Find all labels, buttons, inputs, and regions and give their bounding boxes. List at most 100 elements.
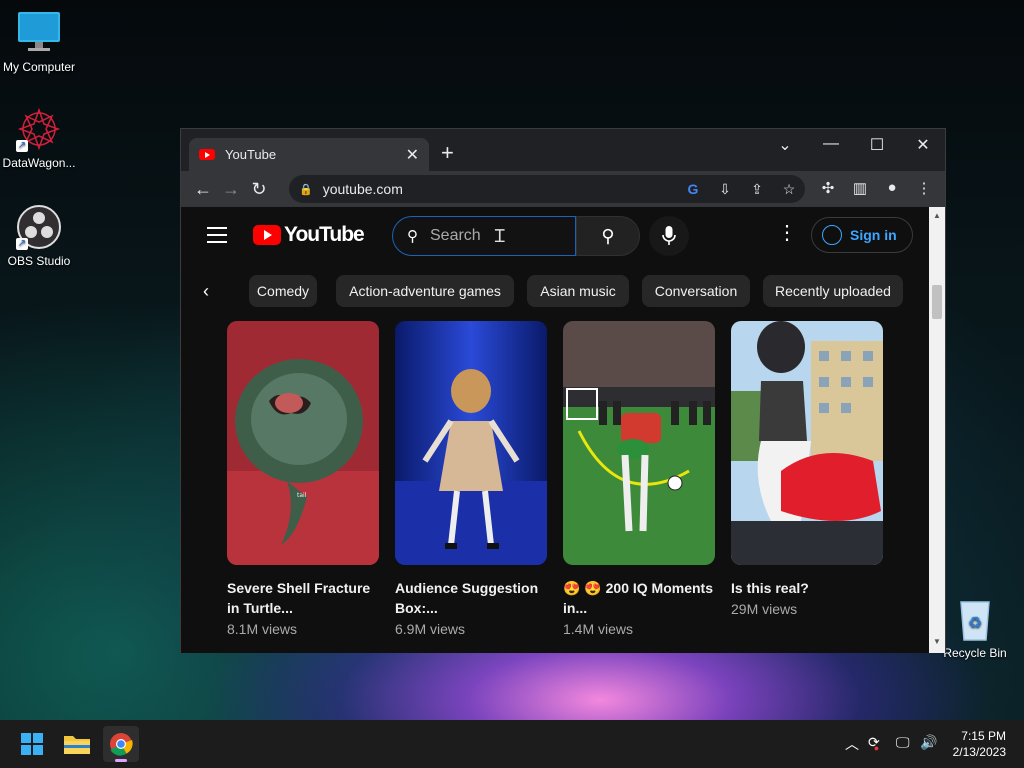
settings-kebab-icon[interactable]: ⋮ (777, 223, 797, 243)
search-icon: ⚲ (601, 226, 615, 246)
network-icon[interactable]: 🖵 (896, 734, 910, 751)
profile-icon[interactable]: ● (881, 179, 903, 197)
svg-text:♻: ♻ (968, 613, 982, 632)
chip-label: Comedy (256, 283, 310, 299)
chip-recently-uploaded[interactable]: Recently uploaded (763, 275, 903, 307)
video-title[interactable]: 😍 😍 200 IQ Moments in... (563, 578, 713, 618)
share-icon[interactable]: ⇪ (745, 179, 769, 199)
chip-action-adventure-games[interactable]: Action-adventure games (336, 275, 514, 307)
chip-label: Action-adventure games (349, 283, 501, 299)
desktop-icon-label: DataWagon... (2, 156, 76, 170)
address-bar[interactable]: 🔒 youtube.com G ⇩ ⇪ ☆ (289, 175, 805, 203)
sign-in-button[interactable]: Sign in (811, 217, 913, 253)
back-button[interactable]: ← (189, 179, 217, 200)
chip-asian-music[interactable]: Asian music (527, 275, 629, 307)
chip-label: Conversation (654, 283, 738, 299)
voice-search-button[interactable] (649, 216, 689, 256)
video-thumbnail[interactable] (731, 321, 883, 565)
video-views: 8.1M views (227, 621, 298, 637)
taskbar-clock[interactable]: 7:15 PM 2/13/2023 (953, 728, 1006, 760)
windows-logo-icon (21, 733, 43, 755)
chrome-icon (110, 733, 133, 762)
video-thumbnail[interactable] (395, 321, 547, 565)
lock-icon: 🔒 (299, 183, 313, 196)
chip-bar: ‹ Comedy Action-adventure games Asian mu… (181, 275, 931, 309)
close-window-button[interactable]: ✕ (903, 135, 943, 155)
shortcut-arrow-icon: ↗ (16, 238, 28, 250)
tab-close-icon[interactable]: ✕ (406, 145, 419, 165)
chevron-left-icon[interactable]: ‹ (203, 281, 209, 302)
new-tab-button[interactable]: + (441, 142, 454, 164)
scroll-down-arrow-icon[interactable]: ▼ (933, 637, 941, 646)
chip-label: Asian music (540, 283, 616, 299)
account-circle-icon (822, 225, 842, 245)
show-hidden-icons-chevron-icon[interactable]: ︿ (845, 734, 859, 754)
tab-search-chevron-icon[interactable]: ⌄ (765, 135, 805, 155)
monitor-icon (16, 10, 62, 56)
volume-icon[interactable]: 🔊 (920, 734, 937, 751)
video-title[interactable]: Audience Suggestion Box:... (395, 578, 545, 618)
file-explorer-button[interactable] (59, 726, 95, 762)
chip-label: Recently uploaded (775, 283, 891, 299)
recycle-bin-icon: ♻ (952, 596, 998, 642)
youtube-favicon-icon (199, 149, 215, 160)
microphone-icon (662, 226, 676, 245)
video-card[interactable]: Is this real? 29M views (731, 321, 883, 617)
clock-date: 2/13/2023 (952, 745, 1006, 759)
scrollbar-thumb[interactable] (932, 285, 942, 319)
svg-text:tail: tail (297, 492, 307, 499)
taskbar: ︿ ⟳● 🖵 🔊 7:15 PM 2/13/2023 (0, 720, 1024, 768)
chrome-taskbar-button[interactable] (103, 726, 139, 762)
extensions-puzzle-icon[interactable]: ✣ (817, 179, 839, 197)
clock-time: 7:15 PM (961, 729, 1006, 743)
google-lens-icon[interactable]: G (681, 179, 705, 199)
video-card[interactable]: Audience Suggestion Box:... 6.9M views (395, 321, 547, 637)
url-text: youtube.com (322, 181, 403, 197)
video-views: 1.4M views (563, 621, 634, 637)
folder-icon (64, 736, 90, 754)
maximize-button[interactable]: ☐ (857, 135, 897, 155)
video-title[interactable]: Severe Shell Fracture in Turtle... (227, 578, 377, 618)
desktop-icon-obs-studio[interactable]: ↗ OBS Studio (0, 204, 84, 268)
search-placeholder: Search (430, 227, 481, 244)
youtube-play-logo-icon (253, 225, 281, 245)
search-input[interactable]: ⚲ Search Ɪ (392, 216, 576, 256)
video-thumbnail[interactable]: tail (227, 321, 379, 565)
search-button[interactable]: ⚲ (576, 216, 640, 256)
desktop-icon-label: OBS Studio (7, 254, 71, 268)
video-views: 6.9M views (395, 621, 466, 637)
video-card[interactable]: tail Severe Shell Fracture in Turtle... … (227, 321, 379, 637)
chip-comedy[interactable]: Comedy (249, 275, 317, 307)
video-card[interactable]: 😍 😍 200 IQ Moments in... 1.4M views (563, 321, 715, 637)
tab-title: YouTube (225, 147, 277, 162)
obs-icon: ↗ (16, 204, 62, 250)
browser-tab-youtube[interactable]: YouTube ✕ (189, 138, 429, 171)
desktop-icon-datawagon[interactable]: ↗ DataWagon... (0, 106, 84, 170)
scroll-up-arrow-icon[interactable]: ▲ (933, 211, 941, 220)
minimize-button[interactable]: — (811, 135, 851, 153)
reload-button[interactable]: ↻ (245, 179, 273, 200)
desktop-icon-my-computer[interactable]: My Computer (0, 10, 84, 74)
bookmark-star-icon[interactable]: ☆ (777, 179, 801, 199)
youtube-logo-text: YouTube (284, 223, 365, 246)
search-icon: ⚲ (407, 228, 418, 245)
menu-kebab-icon[interactable]: ⋮ (913, 179, 935, 197)
youtube-page: YouTube ⚲ Search Ɪ ⚲ ⋮ Sign in ‹ Comedy … (181, 207, 931, 653)
browser-window: YouTube ✕ + ⌄ — ☐ ✕ ← → ↻ 🔒 youtube.com … (180, 128, 946, 653)
video-thumbnail[interactable] (563, 321, 715, 565)
page-scrollbar[interactable]: ▲ ▼ (929, 207, 945, 653)
shortcut-arrow-icon: ↗ (16, 140, 28, 152)
datawagon-icon: ↗ (16, 106, 62, 152)
youtube-masthead: YouTube ⚲ Search Ɪ ⚲ ⋮ Sign in (181, 207, 931, 263)
sign-in-label: Sign in (850, 227, 897, 243)
chip-conversation[interactable]: Conversation (642, 275, 750, 307)
youtube-logo[interactable]: YouTube (253, 223, 365, 247)
sync-update-icon[interactable]: ⟳● (868, 734, 885, 753)
forward-button[interactable]: → (217, 179, 245, 200)
install-app-icon[interactable]: ⇩ (713, 179, 737, 199)
browser-titlebar: YouTube ✕ + ⌄ — ☐ ✕ (181, 129, 945, 171)
side-panel-icon[interactable]: ▥ (849, 179, 871, 197)
start-button[interactable] (14, 726, 50, 762)
hamburger-menu-icon[interactable] (207, 227, 227, 248)
browser-toolbar: ← → ↻ 🔒 youtube.com G ⇩ ⇪ ☆ ✣ ▥ ● ⋮ (181, 171, 945, 207)
